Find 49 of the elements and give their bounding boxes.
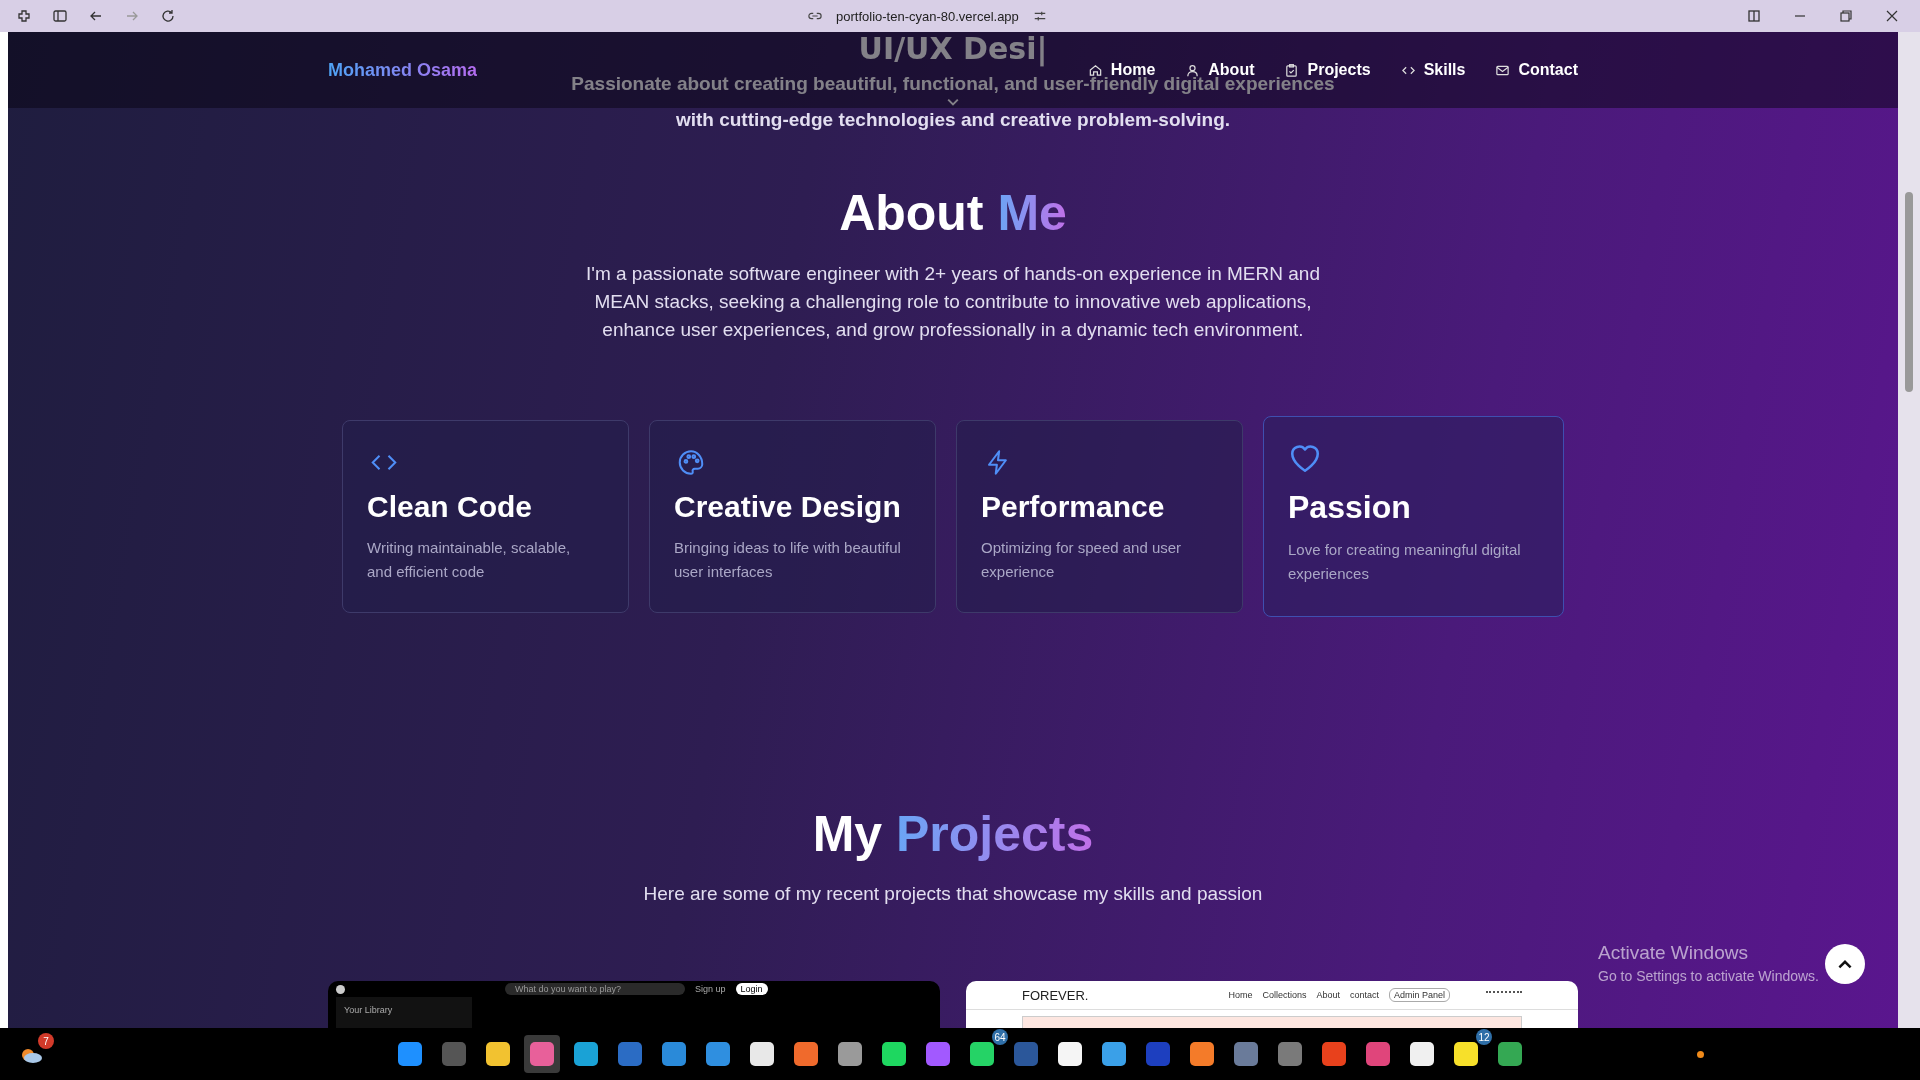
- card-description: Love for creating meaningful digital experiences: [1288, 540, 1522, 584]
- split-view-icon[interactable]: [1746, 8, 1762, 24]
- card-description: Optimizing for speed and user experience: [981, 538, 1183, 582]
- menu-link: About: [1316, 990, 1341, 1000]
- sidebar-icon[interactable]: [52, 8, 68, 24]
- project-logo: FOREVER.: [1022, 987, 1089, 1003]
- card-description: Writing maintainable, scalable, and efficient code: [367, 538, 572, 582]
- reload-icon[interactable]: [160, 8, 176, 24]
- menu-link: Home: [1228, 990, 1253, 1000]
- menu-link: Collections: [1262, 990, 1307, 1000]
- status-dot-icon: [1697, 1050, 1704, 1058]
- scrollbar[interactable]: [1898, 32, 1920, 1028]
- nav-link[interactable]: Skills: [1400, 61, 1466, 79]
- hero-text: with cutting-edge technologies and creative problem-solving.: [675, 108, 1231, 132]
- card-title: Creative Design: [674, 490, 902, 524]
- nav-link[interactable]: Contact: [1495, 61, 1578, 79]
- tune-icon[interactable]: [1032, 9, 1047, 23]
- user-icon: [1185, 62, 1201, 78]
- library-label: Your Library: [344, 1005, 393, 1015]
- notification-badge: 7: [38, 1033, 54, 1049]
- login-button: Login: [735, 983, 768, 995]
- admin-button: Admin Panel: [1389, 988, 1451, 1002]
- activation-text: Go to Settings to activate Windows.: [1598, 968, 1819, 984]
- logo-icon: [336, 984, 345, 994]
- menu-link: contact: [1350, 990, 1380, 1000]
- address-bar[interactable]: portfolio-ten-cyan-80.vercel.app: [836, 8, 1019, 24]
- clipboard-icon: [1284, 62, 1300, 78]
- scroll-top-button[interactable]: [1825, 944, 1865, 984]
- section-title: About Me: [839, 184, 1067, 242]
- extension-icon[interactable]: [16, 8, 32, 24]
- card-title: Clean Code: [367, 490, 534, 524]
- activation-title: Activate Windows: [1598, 942, 1749, 964]
- project-screenshot[interactable]: FOREVER. Home Collections About contact Admin Panel: [966, 981, 1578, 1028]
- restore-icon[interactable]: [1838, 8, 1854, 24]
- card-title: Passion: [1288, 489, 1412, 526]
- notification-badge: 64: [992, 1029, 1008, 1045]
- close-icon[interactable]: [1884, 8, 1900, 24]
- card-title: Performance: [981, 490, 1166, 524]
- about-paragraph: I'm a passionate software engineer with 2+ years of hands-on experience in MERN and MEAN stacks, seeking a challenging role to contribute to innovative web applications, enhance user experiences, and grow professionally in a dynamic tech environment.: [585, 262, 1321, 342]
- section-subtitle: Here are some of my recent projects that showcase my skills and passion: [643, 883, 1263, 905]
- project-screenshot[interactable]: What do you want to play? Sign up Login Your Library: [328, 981, 940, 1028]
- notification-badge: 12: [1476, 1029, 1492, 1045]
- chevron-down-icon[interactable]: [945, 98, 961, 106]
- card-description: Bringing ideas to life with beautiful user interfaces: [674, 538, 902, 582]
- hero-title: UI/UX Desi|: [858, 32, 1048, 66]
- nav-link[interactable]: Projects: [1284, 61, 1371, 79]
- signup-link: Sign up: [695, 984, 726, 994]
- home-icon: [1087, 62, 1103, 78]
- search-field: What do you want to play?: [505, 983, 685, 995]
